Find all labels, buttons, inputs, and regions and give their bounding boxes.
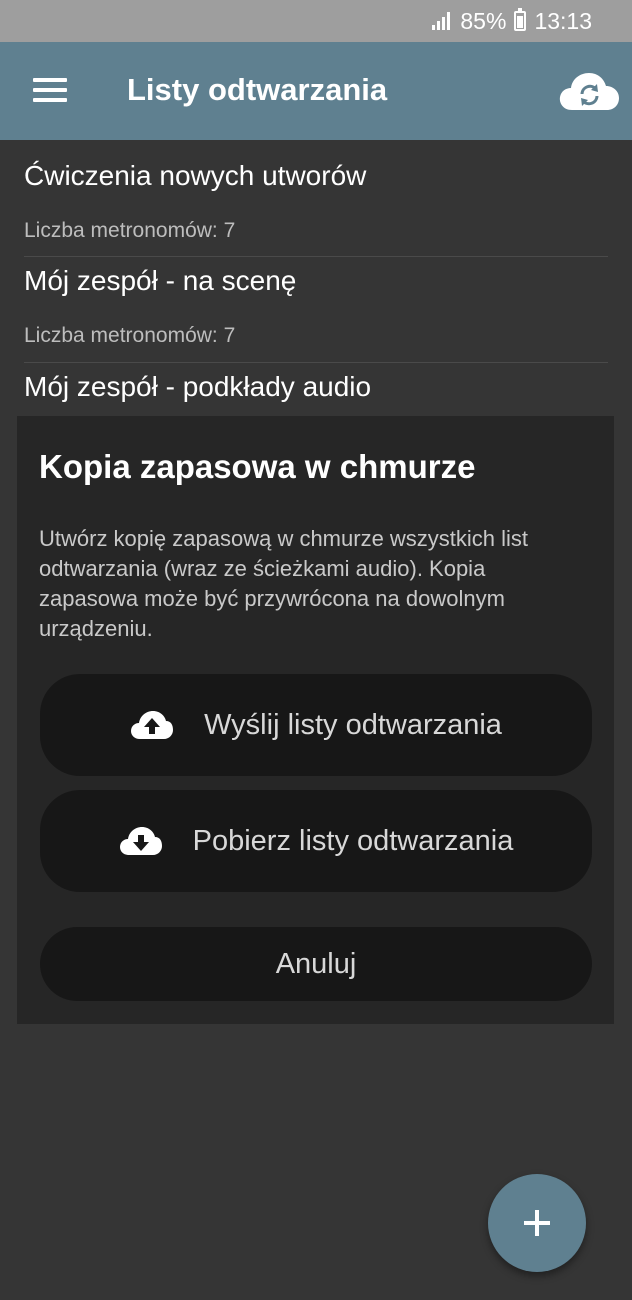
status-bar: 85% 13:13: [0, 0, 632, 42]
cancel-button[interactable]: Anuluj: [40, 927, 592, 1001]
playlist-item[interactable]: Mój zespół - podkłady audio: [0, 363, 632, 423]
clock: 13:13: [534, 7, 592, 34]
page-title: Listy odtwarzania: [127, 72, 388, 107]
battery-icon: [514, 8, 527, 31]
playlist-subtitle: Liczba metronomów: 7: [24, 324, 236, 347]
upload-label: Wyślij listy odtwarzania: [204, 708, 502, 741]
cloud-download-icon: [119, 827, 162, 855]
upload-playlists-button[interactable]: Wyślij listy odtwarzania: [40, 674, 592, 776]
playlist-title: Mój zespół - podkłady audio: [24, 371, 372, 402]
battery-percent: 85%: [460, 7, 507, 34]
add-playlist-button[interactable]: [488, 1174, 586, 1272]
hamburger-menu-icon[interactable]: [33, 78, 67, 102]
cloud-backup-dialog: Kopia zapasowa w chmurze Utwórz kopię za…: [17, 416, 614, 1024]
cloud-sync-icon[interactable]: [558, 70, 620, 112]
dialog-title: Kopia zapasowa w chmurze: [39, 448, 476, 485]
app-bar: Listy odtwarzania: [0, 42, 632, 140]
cancel-label: Anuluj: [275, 947, 357, 980]
plus-icon: [524, 1210, 550, 1236]
playlist-item[interactable]: Mój zespół - na scenę Liczba metronomów:…: [0, 257, 632, 363]
playlist-title: Ćwiczenia nowych utworów: [24, 160, 367, 191]
playlist-item[interactable]: Ćwiczenia nowych utworów Liczba metronom…: [0, 140, 632, 257]
playlist-title: Mój zespół - na scenę: [24, 265, 297, 296]
download-playlists-button[interactable]: Pobierz listy odtwarzania: [40, 790, 592, 892]
playlist-subtitle: Liczba metronomów: 7: [24, 219, 236, 242]
signal-icon: [432, 12, 451, 30]
dialog-message: Utwórz kopię zapasową w chmurze wszystki…: [39, 526, 529, 641]
download-label: Pobierz listy odtwarzania: [192, 824, 514, 857]
cloud-upload-icon: [131, 711, 174, 739]
